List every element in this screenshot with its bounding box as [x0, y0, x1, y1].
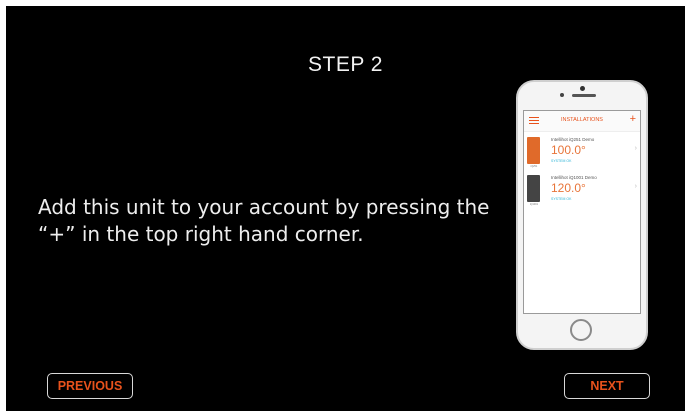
phone-speaker: [572, 94, 596, 97]
tutorial-screen: STEP 2 Add this unit to your account by …: [6, 6, 685, 411]
installation-status: SYSTEM OK: [551, 159, 572, 163]
phone-illustration: INSTALLATIONS + iQ251 Intellihot iQ251 D…: [516, 80, 648, 350]
step-title: STEP 2: [308, 53, 383, 76]
phone-camera: [580, 86, 585, 91]
app-header: INSTALLATIONS +: [524, 111, 640, 132]
previous-button[interactable]: PREVIOUS: [47, 373, 133, 399]
unit-thumbnail: [527, 137, 540, 164]
installation-temperature: 100.0°: [551, 143, 586, 157]
chevron-right-icon: ›: [634, 183, 637, 190]
installation-status: SYSTEM OK: [551, 197, 572, 201]
plus-icon: +: [629, 113, 636, 125]
instruction-line-1: Add this unit to your account by pressin…: [38, 195, 490, 219]
installation-name: Intellihot iQ251 Demo: [551, 137, 595, 142]
next-button[interactable]: NEXT: [564, 373, 650, 399]
installation-name: Intellihot iQ1001 Demo: [551, 175, 597, 180]
unit-thumbnail-caption: iQ1001: [529, 203, 539, 206]
installation-item: iQ251 Intellihot iQ251 Demo 100.0° SYSTE…: [524, 135, 640, 173]
chevron-right-icon: ›: [634, 145, 637, 152]
installation-item: iQ1001 Intellihot iQ1001 Demo 120.0° SYS…: [524, 173, 640, 211]
phone-sensor: [560, 93, 564, 97]
phone-home-button: [570, 319, 592, 341]
phone-display: INSTALLATIONS + iQ251 Intellihot iQ251 D…: [523, 110, 641, 314]
instruction-text: Add this unit to your account by pressin…: [38, 194, 498, 248]
unit-thumbnail-caption: iQ251: [530, 165, 538, 168]
unit-thumbnail: [527, 175, 540, 202]
installation-temperature: 120.0°: [551, 181, 586, 195]
app-title: INSTALLATIONS: [561, 117, 603, 123]
instruction-line-2: “+” in the top right hand corner.: [38, 222, 364, 246]
